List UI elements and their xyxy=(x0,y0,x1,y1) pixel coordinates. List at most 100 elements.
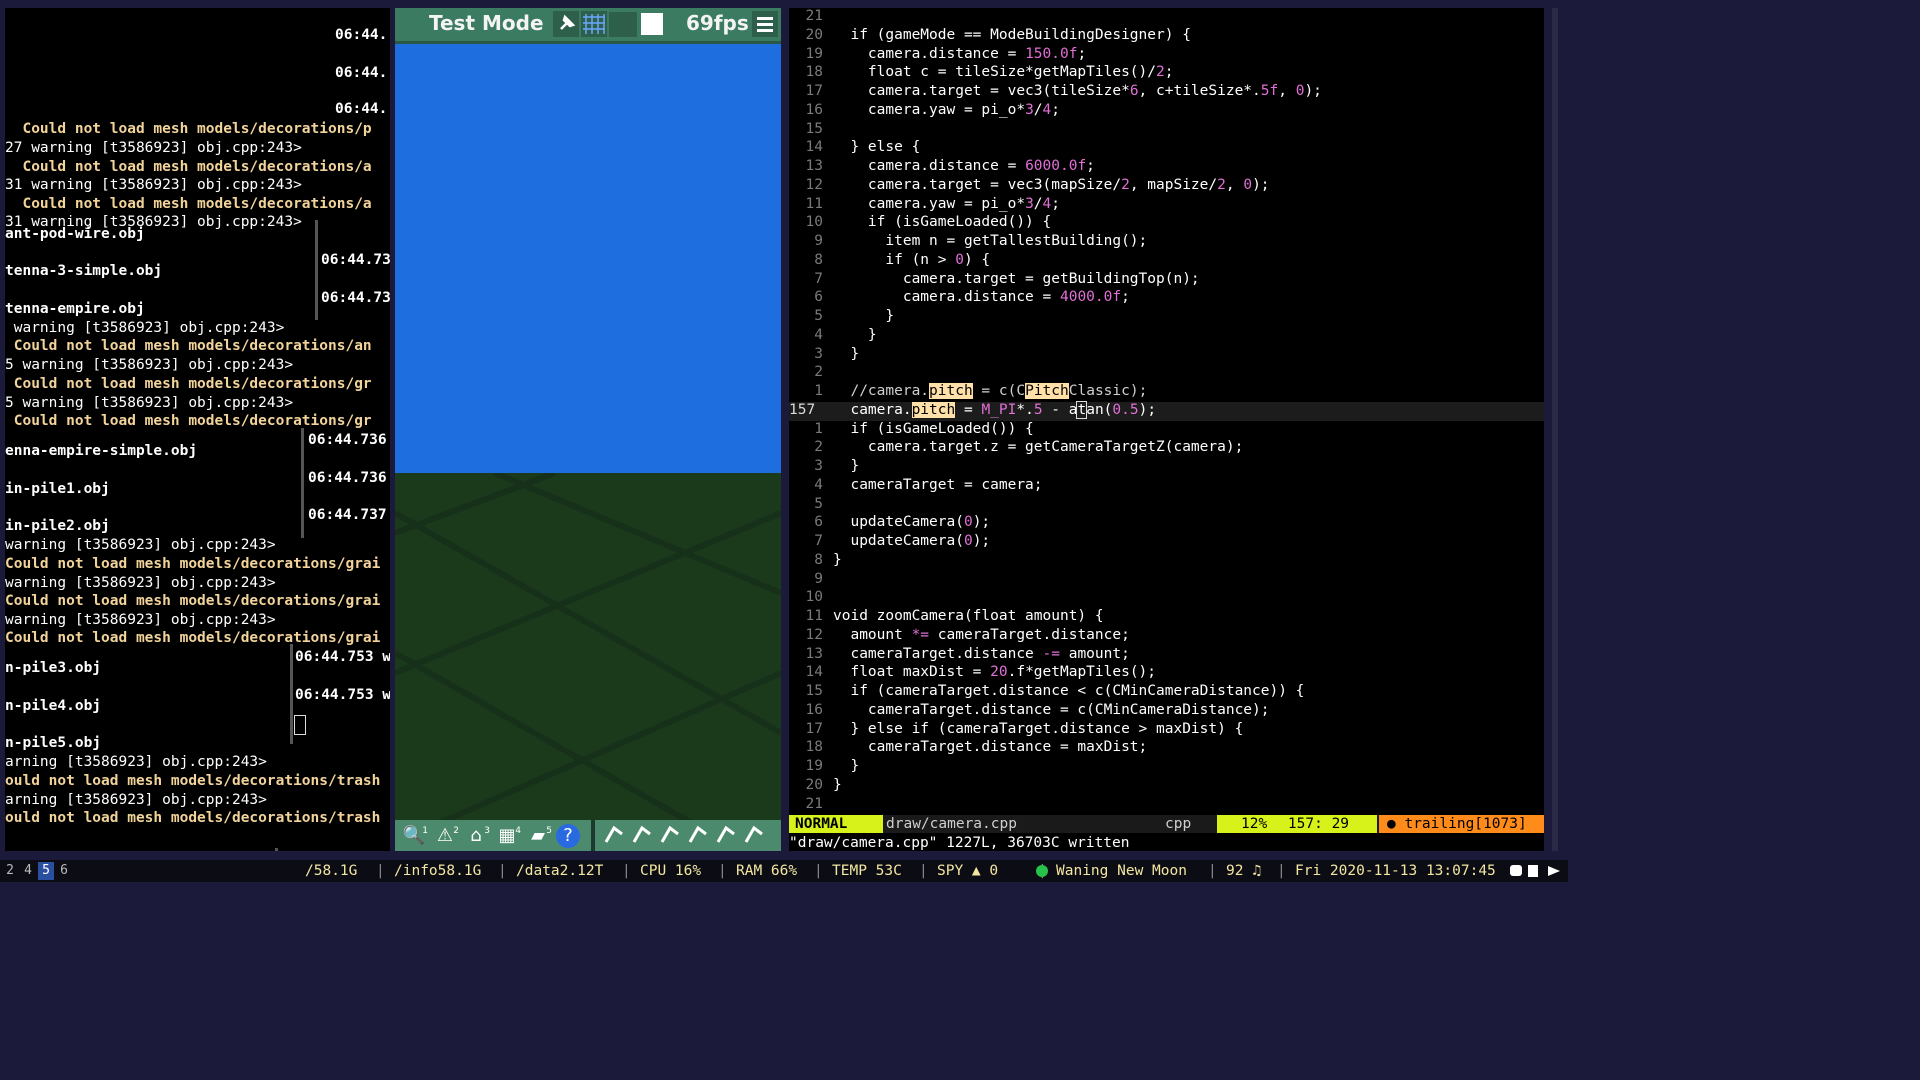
code-line[interactable]: 9 item n = getTallestBuilding(); xyxy=(789,233,1544,252)
tool-hotkey: 5 xyxy=(546,826,552,836)
workspace-4[interactable]: 4 xyxy=(20,862,36,880)
terrain-ground[interactable] xyxy=(395,470,781,828)
bar-separator: | xyxy=(919,863,928,879)
code-line[interactable]: 16 cameraTarget.distance = c(CMinCameraD… xyxy=(789,702,1544,721)
line-number: 5 xyxy=(814,495,823,512)
code-line[interactable]: 4 cameraTarget = camera; xyxy=(789,477,1544,496)
code-line[interactable]: 13 camera.distance = 6000.0f; xyxy=(789,158,1544,177)
code-line[interactable]: 7 updateCamera(0); xyxy=(789,533,1544,552)
code-line[interactable]: 21 xyxy=(789,796,1544,815)
code-line[interactable]: 2 xyxy=(789,364,1544,383)
line-number: 16 xyxy=(805,701,823,718)
code-line[interactable]: 8} xyxy=(789,552,1544,571)
road-tool-icon[interactable]: ⚠ 2 xyxy=(432,822,459,849)
code-line[interactable]: 14 } else { xyxy=(789,139,1544,158)
code-line[interactable]: 12 camera.target = vec3(mapSize/2, mapSi… xyxy=(789,177,1544,196)
code-line[interactable]: 18 cameraTarget.distance = maxDist; xyxy=(789,739,1544,758)
road-shape-icon[interactable] xyxy=(713,822,739,849)
line-number: 8 xyxy=(814,251,823,268)
white-square-icon[interactable] xyxy=(641,13,663,35)
code-line[interactable]: 14 float maxDist = 20.f*getMapTiles(); xyxy=(789,664,1544,683)
grid-icon[interactable] xyxy=(581,11,607,37)
line-number: 21 xyxy=(805,8,823,24)
pin-icon[interactable] xyxy=(553,11,579,37)
workspace-2[interactable]: 2 xyxy=(2,862,18,880)
line-number: 10 xyxy=(805,589,823,606)
road-shape-icon[interactable] xyxy=(601,822,627,849)
code-text: //camera.pitch = c(CPitchClassic); xyxy=(850,383,1148,399)
code-line[interactable]: 8 if (n > 0) { xyxy=(789,252,1544,271)
code-line[interactable]: 3 } xyxy=(789,346,1544,365)
code-line[interactable]: 15 if (cameraTarget.distance < c(CMinCam… xyxy=(789,683,1544,702)
terminal-split-bar xyxy=(315,220,318,320)
terminal-line: warning [t3586923] obj.cpp:243> xyxy=(5,612,276,628)
code-line[interactable]: 1 if (isGameLoaded()) { xyxy=(789,421,1544,440)
code-line[interactable]: 13 cameraTarget.distance -= amount; xyxy=(789,646,1544,665)
help-tool-icon[interactable]: ? xyxy=(556,824,580,848)
code-line[interactable]: 17 camera.target = vec3(tileSize*6, c+ti… xyxy=(789,83,1544,102)
code-line[interactable]: 12 amount *= cameraTarget.distance; xyxy=(789,627,1544,646)
line-number: 9 xyxy=(814,233,823,249)
code-line[interactable]: 7 camera.target = getBuildingTop(n); xyxy=(789,271,1544,290)
terminal-line: 06:44.736 xyxy=(308,432,387,448)
code-line[interactable]: 3 } xyxy=(789,458,1544,477)
vim-editor[interactable]: 21 20 if (gameMode == ModeBuildingDesigne… xyxy=(789,8,1544,851)
code-line[interactable]: 20} xyxy=(789,777,1544,796)
code-line-current[interactable]: 157 camera.pitch = M_PI*.5 - atan(0.5); xyxy=(789,400,1544,421)
terminal-pane[interactable]: 06:44. 06:44. 06:44. Could not load mesh m… xyxy=(5,8,390,851)
code-text: } else if (cameraTarget.distance > maxDi… xyxy=(833,720,1244,737)
query-tool-icon[interactable]: 🔍 1 xyxy=(401,822,428,849)
code-line[interactable]: 17 } else if (cameraTarget.distance > ma… xyxy=(789,721,1544,740)
line-number: 6 xyxy=(814,289,823,306)
game-viewport[interactable]: Test Mode 69fps 🔍 1 ⚠ 2 ⌂ 3 ▦ 4 ▰ 5 ? xyxy=(395,8,781,851)
amenity-tool-icon[interactable]: ▰ 5 xyxy=(525,822,552,849)
terminal-line: 27 warning [t3586923] obj.cpp:243> xyxy=(5,140,302,156)
road-shape-icon[interactable] xyxy=(657,822,683,849)
vim-filename: draw/camera.cpp xyxy=(886,816,1017,832)
code-line[interactable]: 2 camera.target.z = getCameraTargetZ(cam… xyxy=(789,439,1544,458)
code-line[interactable]: 11 void zoomCamera(float amount) { xyxy=(789,608,1544,627)
code-line[interactable]: 4 } xyxy=(789,327,1544,346)
terminal-line: 06:44. xyxy=(335,65,388,81)
code-text: cameraTarget = camera; xyxy=(833,476,1043,493)
bar-separator: | xyxy=(376,863,385,879)
terminal-line: Could not load mesh models/decorations/g… xyxy=(5,630,381,646)
zone-tool-icon[interactable]: ⌂ 3 xyxy=(463,822,490,849)
code-line[interactable]: 9 xyxy=(789,571,1544,590)
code-line[interactable]: 10 xyxy=(789,589,1544,608)
workspace-5[interactable]: 5 xyxy=(38,862,54,880)
terminal-line: Could not load mesh models/decorations/a xyxy=(5,196,372,212)
terrain-grid xyxy=(395,470,781,828)
terminal-line: 06:44.737 xyxy=(308,507,387,523)
code-line[interactable]: 19 } xyxy=(789,758,1544,777)
code-text: cameraTarget.distance = c(CMinCameraDist… xyxy=(833,701,1270,718)
code-line[interactable]: 10 if (isGameLoaded()) { xyxy=(789,214,1544,233)
code-line[interactable]: 15 xyxy=(789,121,1544,140)
workspace-6[interactable]: 6 xyxy=(56,862,72,880)
code-line[interactable]: 1 //camera.pitch = c(CPitchClassic); xyxy=(789,383,1544,402)
road-shape-icon[interactable] xyxy=(685,822,711,849)
terminal-line: tenna-empire.obj xyxy=(5,301,145,317)
code-line[interactable]: 20 if (gameMode == ModeBuildingDesigner)… xyxy=(789,27,1544,46)
terminal-line: 06:44.753 w xyxy=(295,649,390,665)
terminal-line: tenna-3-simple.obj xyxy=(5,263,163,279)
code-line[interactable]: 6 updateCamera(0); xyxy=(789,514,1544,533)
menu-icon[interactable] xyxy=(752,11,778,37)
bar-item: Waning New Moon xyxy=(1056,863,1187,879)
code-line[interactable]: 11 camera.yaw = pi_o*3/4; xyxy=(789,196,1544,215)
code-line[interactable]: 16 camera.yaw = pi_o*3/4; xyxy=(789,102,1544,121)
code-line[interactable]: 6 camera.distance = 4000.0f; xyxy=(789,289,1544,308)
code-line[interactable]: 5 } xyxy=(789,308,1544,327)
line-number: 17 xyxy=(805,83,823,99)
code-line[interactable]: 5 xyxy=(789,496,1544,515)
road-shape-icon[interactable] xyxy=(741,822,767,849)
code-text: } else { xyxy=(833,139,921,156)
line-number: 13 xyxy=(805,645,823,662)
building-tool-icon[interactable]: ▦ 4 xyxy=(494,822,521,849)
road-shape-icon[interactable] xyxy=(629,822,655,849)
line-number: 12 xyxy=(805,176,823,193)
code-line[interactable]: 21 xyxy=(789,8,1544,27)
code-line[interactable]: 18 float c = tileSize*getMapTiles()/2; xyxy=(789,64,1544,83)
tray-icons[interactable] xyxy=(1508,863,1564,879)
code-line[interactable]: 19 camera.distance = 150.0f; xyxy=(789,46,1544,65)
